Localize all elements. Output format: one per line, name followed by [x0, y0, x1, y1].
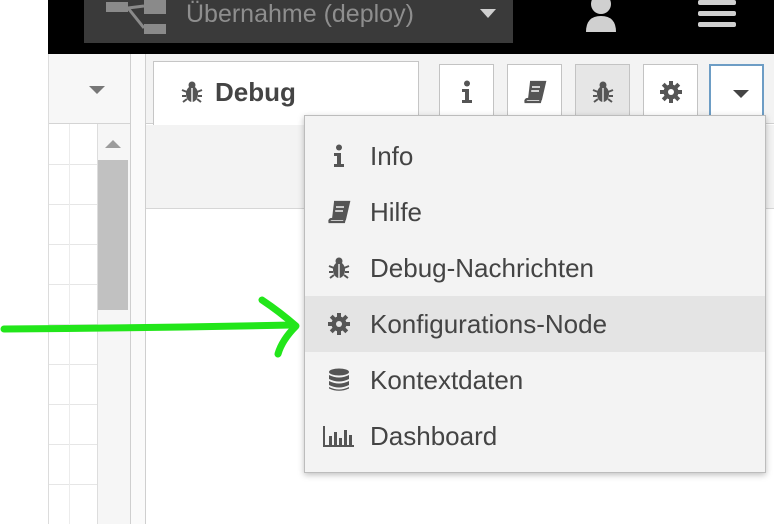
sidebar-tabbar: Debug [146, 54, 774, 125]
chevron-down-icon [733, 90, 749, 98]
deploy-caret-icon[interactable] [480, 9, 496, 18]
info-button[interactable] [439, 64, 494, 118]
workspace-tabbar [49, 54, 131, 124]
annotation-arrow [0, 296, 300, 358]
menu-item-label: Dashboard [370, 421, 498, 451]
bar-chart-icon [323, 426, 354, 447]
tab-debug-label: Debug [215, 77, 296, 107]
deploy-button[interactable]: Übernahme (deploy) [84, 0, 513, 43]
deploy-label: Übernahme (deploy) [186, 0, 414, 28]
help-button[interactable] [507, 64, 562, 118]
header-bar: Übernahme (deploy) [48, 0, 774, 54]
bug-icon [181, 81, 203, 103]
bug-icon [328, 257, 350, 279]
chevron-down-icon[interactable] [89, 86, 105, 94]
info-icon [462, 80, 472, 103]
gear-icon [660, 81, 682, 103]
workspace-edge [0, 54, 48, 524]
hamburger-menu-icon[interactable] [698, 0, 736, 32]
sidebar-menu-button[interactable] [709, 64, 764, 118]
book-icon [328, 200, 351, 224]
gear-icon [328, 313, 350, 335]
menu-item-help[interactable]: Hilfe [305, 184, 765, 240]
menu-item-label: Hilfe [370, 197, 423, 227]
sidebar-dropdown-menu: Info Hilfe Debug-Nachrichten Konfigurati… [304, 115, 766, 473]
menu-item-label: Debug-Nachrichten [370, 253, 595, 283]
menu-item-context-data[interactable]: Kontextdaten [305, 352, 765, 408]
deploy-icon [106, 0, 166, 34]
scroll-up-icon[interactable] [105, 140, 121, 148]
scrollbar-thumb[interactable] [98, 160, 128, 310]
menu-item-debug-messages[interactable]: Debug-Nachrichten [305, 240, 765, 296]
debug-button[interactable] [575, 64, 630, 118]
menu-item-dashboard[interactable]: Dashboard [305, 408, 765, 464]
menu-item-config-nodes[interactable]: Konfigurations-Node [305, 296, 765, 352]
menu-item-info[interactable]: Info [305, 128, 765, 184]
info-icon [334, 144, 344, 167]
workspace-canvas[interactable] [48, 54, 131, 524]
bug-icon [592, 81, 614, 103]
menu-item-label: Kontextdaten [370, 365, 524, 395]
user-icon[interactable] [584, 0, 618, 32]
sidebar-resize-handle[interactable] [130, 54, 146, 524]
menu-item-label: Konfigurations-Node [370, 309, 608, 339]
database-icon [329, 368, 349, 391]
menu-item-label: Info [370, 141, 414, 171]
book-icon [524, 80, 547, 104]
config-button[interactable] [643, 64, 698, 118]
